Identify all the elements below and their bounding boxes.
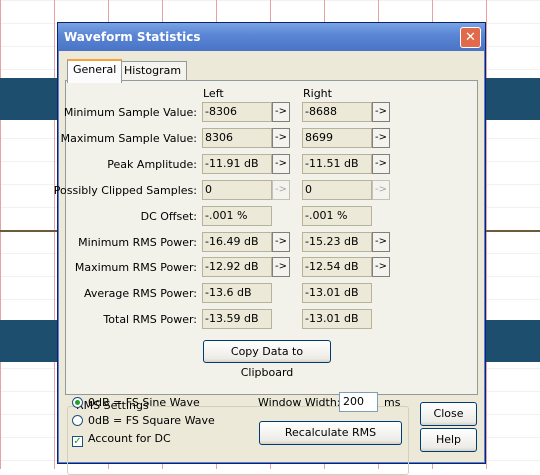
arrow-right-icon[interactable]: -> xyxy=(372,232,390,252)
arrow-right-icon[interactable]: -> xyxy=(372,257,390,277)
right-value-field: -11.51 dB xyxy=(302,154,372,174)
right-value-field: -13.01 dB xyxy=(302,283,372,303)
radio-selected-icon[interactable] xyxy=(72,397,83,408)
arrow-right-icon[interactable]: -> xyxy=(272,232,290,252)
waveform-statistics-dialog: Waveform Statistics ✕ General Histogram … xyxy=(54,22,486,475)
row-label: Maximum Sample Value: xyxy=(60,132,197,145)
row-label: Total RMS Power: xyxy=(103,313,197,326)
left-value-field: -.001 % xyxy=(202,206,272,226)
row-label: Maximum RMS Power: xyxy=(74,261,197,274)
arrow-right-icon[interactable]: -> xyxy=(372,128,390,148)
right-value-field: -15.23 dB xyxy=(302,232,372,252)
checkbox-checked-icon[interactable]: ✓ xyxy=(72,436,83,447)
arrow-right-icon[interactable]: -> xyxy=(372,102,390,122)
row-label: Possibly Clipped Samples: xyxy=(53,184,197,197)
recalculate-rms-button[interactable]: Recalculate RMS xyxy=(259,421,402,445)
row-label: Minimum Sample Value: xyxy=(63,106,197,119)
title-bar[interactable]: Waveform Statistics ✕ xyxy=(58,23,485,51)
account-for-dc-option[interactable]: ✓ Account for DC xyxy=(72,432,171,447)
radio-unselected-icon[interactable] xyxy=(72,415,83,426)
left-value-field: -13.59 dB xyxy=(202,309,272,329)
left-value-field: -16.49 dB xyxy=(202,232,272,252)
left-value-field: -13.6 dB xyxy=(202,283,272,303)
arrow-right-icon[interactable]: -> xyxy=(372,154,390,174)
arrow-right-icon: -> xyxy=(372,180,390,200)
close-button[interactable]: Close xyxy=(420,402,477,426)
arrow-right-icon[interactable]: -> xyxy=(272,257,290,277)
left-value-field: 0 xyxy=(202,180,272,200)
close-icon[interactable]: ✕ xyxy=(460,27,481,48)
arrow-right-icon: -> xyxy=(272,180,290,200)
sine-wave-label: 0dB = FS Sine Wave xyxy=(88,396,200,409)
dialog-title: Waveform Statistics xyxy=(64,30,201,44)
left-value-field: -8306 xyxy=(202,102,272,122)
right-value-field: -12.54 dB xyxy=(302,257,372,277)
row-label: Peak Amplitude: xyxy=(107,158,197,171)
help-button[interactable]: Help xyxy=(420,428,477,452)
arrow-right-icon[interactable]: -> xyxy=(272,154,290,174)
row-label: Minimum RMS Power: xyxy=(78,236,197,249)
sine-wave-option[interactable]: 0dB = FS Sine Wave xyxy=(72,396,200,409)
window-width-label: Window Width: xyxy=(258,396,341,409)
arrow-right-icon[interactable]: -> xyxy=(272,128,290,148)
right-value-field: 0 xyxy=(302,180,372,200)
row-label: Average RMS Power: xyxy=(83,287,197,300)
right-value-field: -13.01 dB xyxy=(302,309,372,329)
left-value-field: -12.92 dB xyxy=(202,257,272,277)
tab-histogram[interactable]: Histogram xyxy=(118,61,188,81)
right-column-header: Right xyxy=(303,87,332,100)
window-width-input[interactable]: 200 xyxy=(339,392,378,412)
arrow-right-icon[interactable]: -> xyxy=(272,102,290,122)
left-value-field: -11.91 dB xyxy=(202,154,272,174)
left-column-header: Left xyxy=(203,87,224,100)
tab-general[interactable]: General xyxy=(67,59,123,83)
row-label: DC Offset: xyxy=(140,210,197,223)
copy-to-clipboard-button[interactable]: Copy Data to Clipboard xyxy=(203,340,331,379)
right-value-field: 8699 xyxy=(302,128,372,148)
right-value-field: -.001 % xyxy=(302,206,372,226)
left-value-field: 8306 xyxy=(202,128,272,148)
square-wave-option[interactable]: 0dB = FS Square Wave xyxy=(72,414,215,427)
square-wave-label: 0dB = FS Square Wave xyxy=(88,414,215,427)
account-for-dc-label: Account for DC xyxy=(88,432,171,445)
right-value-field: -8688 xyxy=(302,102,372,122)
window-width-unit: ms xyxy=(384,396,401,409)
